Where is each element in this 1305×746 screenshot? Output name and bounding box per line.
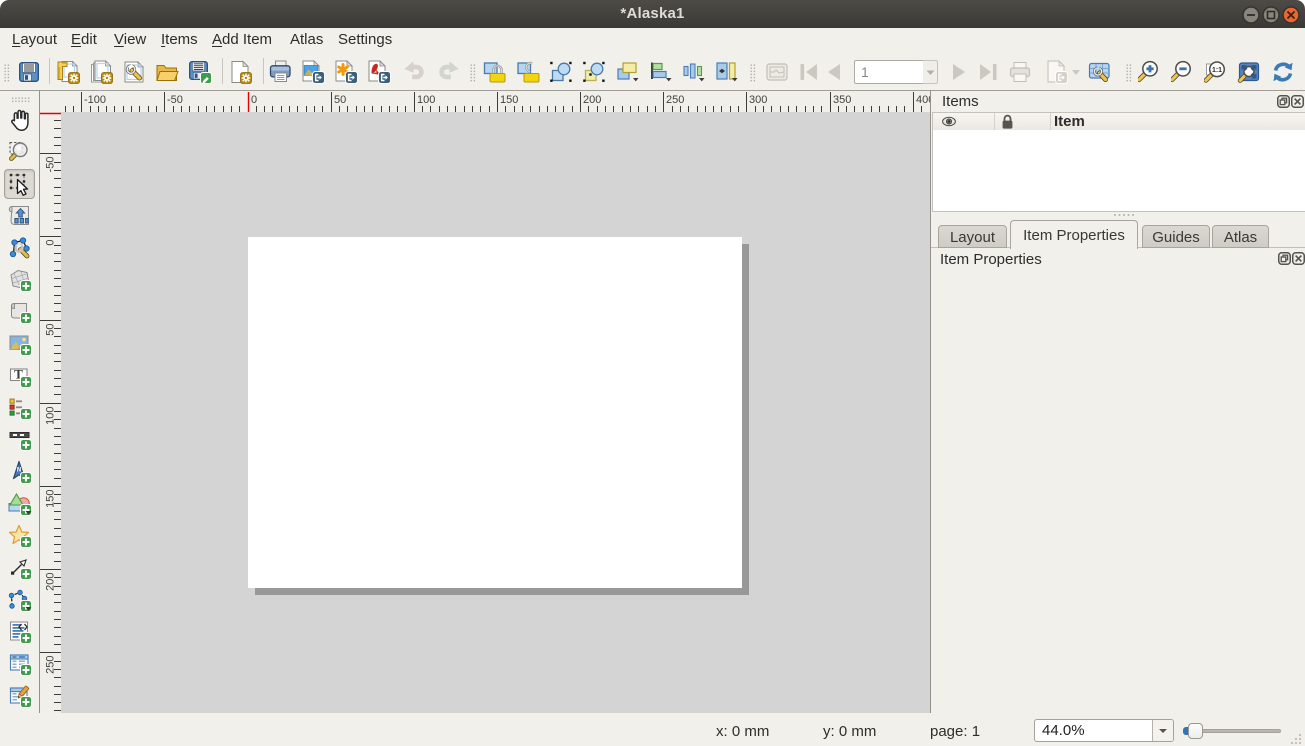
svg-text:250: 250 bbox=[45, 656, 57, 674]
svg-text:400: 400 bbox=[916, 94, 930, 106]
svg-text:150: 150 bbox=[500, 94, 518, 106]
svg-text:250: 250 bbox=[666, 94, 684, 106]
svg-text:1:1: 1:1 bbox=[1212, 67, 1222, 74]
svg-text:0: 0 bbox=[251, 94, 257, 106]
svg-text:200: 200 bbox=[45, 573, 57, 591]
svg-text:-50: -50 bbox=[45, 157, 57, 173]
svg-text:200: 200 bbox=[583, 94, 601, 106]
svg-text:50: 50 bbox=[45, 324, 57, 336]
svg-text:100: 100 bbox=[417, 94, 435, 106]
svg-text:-50: -50 bbox=[167, 94, 183, 106]
svg-text:-100: -100 bbox=[84, 94, 106, 106]
svg-text:300: 300 bbox=[749, 94, 767, 106]
svg-text:N: N bbox=[17, 468, 21, 474]
svg-text:50: 50 bbox=[334, 94, 346, 106]
svg-text:150: 150 bbox=[45, 490, 57, 508]
svg-text:0: 0 bbox=[45, 240, 57, 246]
svg-text:350: 350 bbox=[833, 94, 851, 106]
svg-text:100: 100 bbox=[45, 407, 57, 425]
